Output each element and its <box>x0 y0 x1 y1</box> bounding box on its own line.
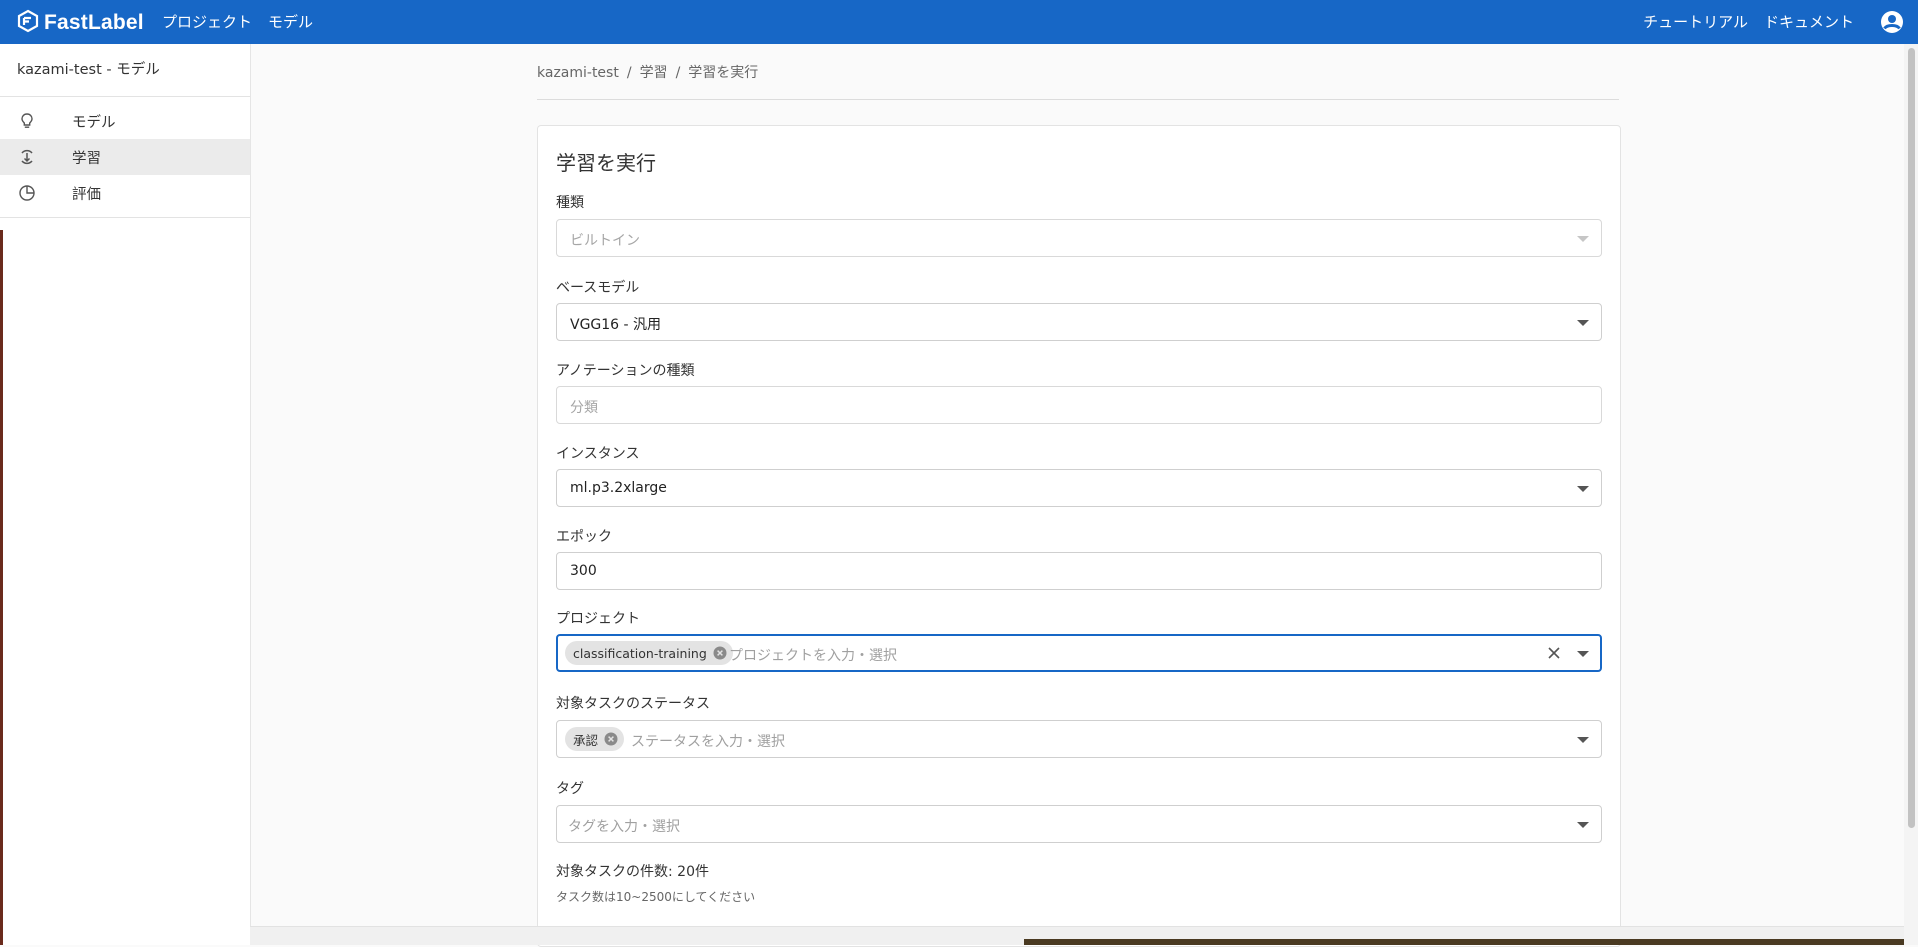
task-status-autocomplete[interactable]: 承認 ステータスを入力・選択 <box>556 720 1602 758</box>
chip-remove-icon[interactable] <box>604 732 618 746</box>
nav-projects-link[interactable]: プロジェクト <box>162 11 252 32</box>
nav-models-link[interactable]: モデル <box>268 11 313 32</box>
project-input-placeholder[interactable]: プロジェクトを入力・選択 <box>729 645 897 665</box>
lightbulb-icon <box>18 112 36 130</box>
sidebar-item-label: モデル <box>72 114 116 131</box>
project-autocomplete[interactable]: classification-training プロジェクトを入力・選択 <box>556 634 1602 672</box>
epoch-input[interactable]: 300 <box>556 552 1602 590</box>
main-scrollbar[interactable] <box>1904 44 1918 945</box>
epoch-label: エポック <box>556 529 612 545</box>
task-count-hint: タスク数は10~2500にしてください <box>556 890 756 904</box>
type-select: ビルトイン <box>556 219 1602 257</box>
project-chip[interactable]: classification-training <box>565 641 733 665</box>
breadcrumb-project-link[interactable]: kazami-test <box>537 65 619 81</box>
sidebar-item-label: 学習 <box>72 150 101 167</box>
annotation-type-field: 分類 <box>556 386 1602 424</box>
sidebar-menu: モデル 学習 評価 <box>0 97 250 218</box>
type-value: ビルトイン <box>570 233 640 249</box>
clear-icon[interactable] <box>1547 645 1561 659</box>
main-nav: プロジェクト モデル <box>162 11 313 32</box>
training-form-card: 学習を実行 種類 ビルトイン ベースモデル VGG16 - 汎用 アノテーション… <box>537 125 1621 947</box>
breadcrumb-separator: / <box>626 65 632 81</box>
annotation-type-label: アノテーションの種類 <box>556 363 695 379</box>
sidebar: kazami-test - モデル モデル 学習 評価 <box>0 44 251 945</box>
breadcrumb: kazami-test / 学習 / 学習を実行 <box>537 62 758 82</box>
tag-autocomplete[interactable]: タグを入力・選択 <box>556 805 1602 843</box>
chip-label: classification-training <box>573 645 707 661</box>
status-input-placeholder[interactable]: ステータスを入力・選択 <box>631 731 785 751</box>
type-label: 種類 <box>556 195 584 211</box>
chevron-down-icon[interactable] <box>1577 737 1589 743</box>
breadcrumb-divider <box>537 99 1619 100</box>
epoch-value[interactable]: 300 <box>570 563 597 579</box>
chip-remove-icon[interactable] <box>713 646 727 660</box>
base-model-label: ベースモデル <box>556 280 640 296</box>
sidebar-item-models[interactable]: モデル <box>0 103 250 139</box>
instance-value: ml.p3.2xlarge <box>570 480 667 496</box>
tag-input-placeholder[interactable]: タグを入力・選択 <box>568 816 680 836</box>
top-app-bar: FastLabel プロジェクト モデル チュートリアル ドキュメント <box>0 0 1918 44</box>
chevron-down-icon[interactable] <box>1577 651 1589 657</box>
breadcrumb-training-link[interactable]: 学習 <box>640 65 668 81</box>
base-model-value: VGG16 - 汎用 <box>570 317 662 333</box>
tag-label: タグ <box>556 781 584 797</box>
sidebar-title: kazami-test - モデル <box>0 44 250 97</box>
chart-pie-icon <box>18 184 36 202</box>
training-icon <box>18 148 36 166</box>
sidebar-item-label: 評価 <box>72 186 101 203</box>
chevron-down-icon[interactable] <box>1577 486 1589 492</box>
base-model-select[interactable]: VGG16 - 汎用 <box>556 303 1602 341</box>
instance-label: インスタンス <box>556 446 640 462</box>
task-status-label: 対象タスクのステータス <box>556 696 710 712</box>
sidebar-item-training[interactable]: 学習 <box>0 139 250 175</box>
page-title: 学習を実行 <box>556 151 656 175</box>
project-label: プロジェクト <box>556 611 640 627</box>
chevron-down-icon[interactable] <box>1577 822 1589 828</box>
brand-logo[interactable]: FastLabel <box>16 9 144 37</box>
breadcrumb-current: 学習を実行 <box>688 65 759 81</box>
window-edge <box>0 230 3 945</box>
task-count: 対象タスクの件数: 20件 <box>556 864 709 880</box>
annotation-type-value: 分類 <box>570 400 598 416</box>
breadcrumb-separator: / <box>675 65 681 81</box>
help-nav: チュートリアル ドキュメント <box>1643 11 1854 32</box>
scrollbar-thumb[interactable] <box>1908 48 1915 828</box>
instance-select[interactable]: ml.p3.2xlarge <box>556 469 1602 507</box>
status-chip[interactable]: 承認 <box>565 727 625 751</box>
nav-tutorial-link[interactable]: チュートリアル <box>1643 11 1748 32</box>
chip-label: 承認 <box>573 732 599 748</box>
sidebar-item-evaluation[interactable]: 評価 <box>0 175 250 211</box>
chevron-down-icon <box>1577 236 1589 242</box>
nav-docs-link[interactable]: ドキュメント <box>1764 11 1854 32</box>
fastlabel-logo-icon <box>16 9 40 37</box>
chevron-down-icon[interactable] <box>1577 320 1589 326</box>
brand-name: FastLabel <box>44 11 144 34</box>
background-window-edge <box>1024 939 1918 945</box>
account-circle-icon[interactable] <box>1879 9 1905 35</box>
